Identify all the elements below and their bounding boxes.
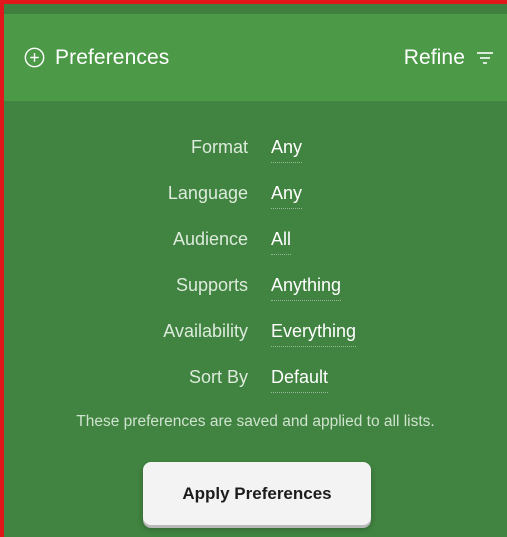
pref-value-sort-by[interactable]: Default xyxy=(271,362,329,393)
pref-label-audience: Audience xyxy=(172,229,248,249)
pref-row-language: Language Any xyxy=(4,178,507,224)
pref-value-availability[interactable]: Everything xyxy=(271,316,357,347)
preferences-header: Preferences Refine xyxy=(4,14,507,101)
pref-value-audience[interactable]: All xyxy=(271,224,292,255)
preferences-note: These preferences are saved and applied … xyxy=(76,413,435,430)
pref-row-sort-by: Sort By Default xyxy=(4,362,507,408)
pref-value-supports[interactable]: Anything xyxy=(271,270,342,301)
pref-row-availability: Availability Everything xyxy=(4,316,507,362)
plus-circle-icon xyxy=(24,47,45,68)
refine-button[interactable]: Refine xyxy=(404,46,495,70)
top-strip xyxy=(4,4,507,14)
pref-label-availability: Availability xyxy=(163,321,248,341)
pref-label-sort-by: Sort By xyxy=(188,367,248,387)
pref-label-supports: Supports xyxy=(175,275,248,295)
filter-lines-icon xyxy=(477,51,493,64)
pref-label-language: Language xyxy=(167,183,248,203)
pref-row-format: Format Any xyxy=(4,132,507,178)
pref-row-supports: Supports Anything xyxy=(4,270,507,316)
preferences-body: Format Any Language Any Audience All Sup… xyxy=(4,101,507,537)
preferences-toggle[interactable]: Preferences xyxy=(24,46,169,70)
pref-value-format[interactable]: Any xyxy=(271,132,303,163)
apply-preferences-button[interactable]: Apply Preferences xyxy=(143,462,371,525)
pref-label-format: Format xyxy=(190,137,248,157)
preferences-panel-frame: Preferences Refine Format Any Language A… xyxy=(0,0,507,537)
preferences-title: Preferences xyxy=(55,45,170,69)
pref-value-language[interactable]: Any xyxy=(271,178,303,209)
pref-row-audience: Audience All xyxy=(4,224,507,270)
refine-label: Refine xyxy=(403,45,465,69)
